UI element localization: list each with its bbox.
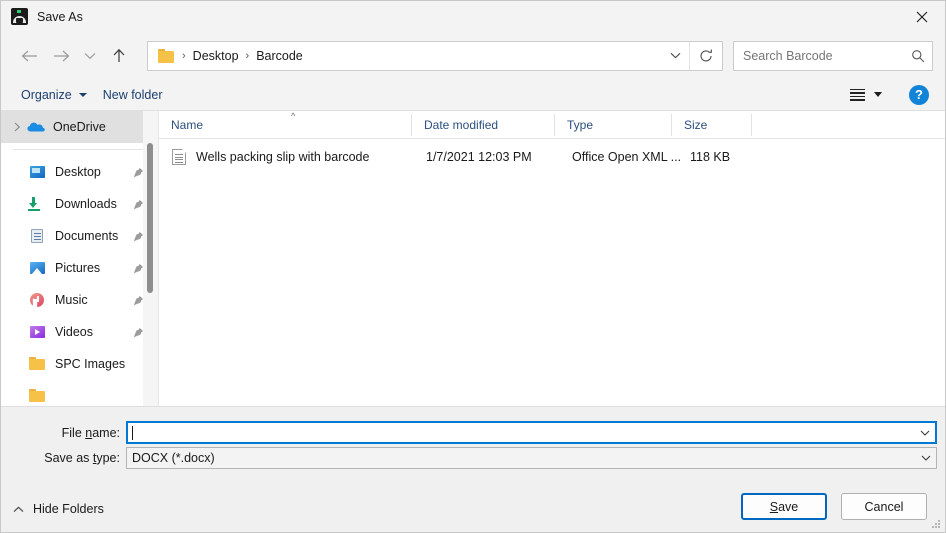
column-header-size[interactable]: Size <box>672 113 752 136</box>
sort-ascending-icon: ^ <box>291 111 296 121</box>
desktop-icon <box>29 164 47 180</box>
file-type: Office Open XML ... <box>572 150 682 164</box>
save-as-type-row: Save as type: DOCX (*.docx) <box>1 447 945 469</box>
refresh-icon[interactable] <box>689 41 722 70</box>
spc-app-icon <box>11 8 28 25</box>
documents-icon <box>29 228 47 244</box>
table-row[interactable]: Wells packing slip with barcode 1/7/2021… <box>159 144 945 170</box>
recent-locations-button[interactable] <box>77 40 103 72</box>
back-button[interactable] <box>13 40 45 72</box>
address-dropdown-icon[interactable] <box>661 42 689 70</box>
resize-grip[interactable] <box>931 519 941 529</box>
folder-icon <box>158 48 175 63</box>
sidebar-item-pictures[interactable]: Pictures <box>1 252 158 284</box>
cancel-button[interactable]: Cancel <box>841 493 927 520</box>
sidebar-item-spc-images[interactable]: SPC Images <box>1 348 158 380</box>
dialog-buttons: Save Cancel <box>741 493 927 520</box>
pictures-icon <box>29 260 47 276</box>
sidebar-item-videos[interactable]: Videos <box>1 316 158 348</box>
forward-button[interactable] <box>45 40 77 72</box>
breadcrumb-item-desktop[interactable]: Desktop <box>193 49 239 63</box>
command-toolbar: Organize New folder ? <box>1 79 945 111</box>
folder-icon <box>29 388 47 404</box>
file-size: 118 KB <box>690 150 731 164</box>
up-button[interactable] <box>103 40 135 72</box>
file-list: Name Date modified Type Size ^ Wells pac… <box>158 111 945 406</box>
sidebar-item-label: Documents <box>55 229 119 243</box>
search-input[interactable]: Search Barcode <box>743 49 904 63</box>
navigation-sidebar: OneDrive Desktop Downloads Documents Pic… <box>1 111 158 406</box>
search-icon[interactable] <box>904 49 932 63</box>
scrollbar-thumb[interactable] <box>147 143 153 293</box>
chevron-right-icon[interactable] <box>9 122 25 132</box>
sidebar-item-label: Pictures <box>55 261 101 275</box>
file-name-input[interactable] <box>126 421 937 444</box>
chevron-down-icon[interactable] <box>915 430 935 436</box>
title-bar: Save As <box>1 1 945 32</box>
hide-folders-label: Hide Folders <box>33 502 104 516</box>
sidebar-item-label: SPC Images <box>55 357 126 371</box>
chevron-up-icon <box>13 505 24 513</box>
breadcrumb-item-barcode[interactable]: Barcode <box>256 49 303 63</box>
hide-folders-button[interactable]: Hide Folders <box>13 502 104 516</box>
document-file-icon <box>172 149 186 165</box>
sidebar-item-partial[interactable] <box>1 380 158 406</box>
videos-icon <box>29 324 47 340</box>
music-icon <box>29 292 47 308</box>
list-view-icon <box>850 88 865 101</box>
breadcrumb-separator-0[interactable]: › <box>182 50 186 62</box>
view-options-button[interactable] <box>845 82 887 108</box>
save-as-dialog: Save As › Desktop › Barcode Search Barco… <box>0 0 946 533</box>
sidebar-scrollbar[interactable] <box>143 111 158 406</box>
close-icon[interactable] <box>899 1 945 32</box>
sidebar-item-label: OneDrive <box>53 120 106 134</box>
organize-button[interactable]: Organize <box>13 82 95 108</box>
sidebar-item-onedrive[interactable]: OneDrive <box>1 111 158 143</box>
sidebar-item-desktop[interactable]: Desktop <box>1 156 158 188</box>
onedrive-cloud-icon <box>27 119 45 135</box>
new-folder-button[interactable]: New folder <box>95 82 171 108</box>
address-bar[interactable]: › Desktop › Barcode <box>147 40 723 71</box>
sidebar-item-music[interactable]: Music <box>1 284 158 316</box>
sidebar-item-label: Desktop <box>55 165 101 179</box>
window-title: Save As <box>37 9 83 24</box>
file-date-modified: 1/7/2021 12:03 PM <box>426 150 532 164</box>
navigation-bar: › Desktop › Barcode Search Barcode <box>1 32 945 79</box>
column-header-name[interactable]: Name <box>159 113 412 136</box>
text-cursor <box>132 425 133 440</box>
search-box[interactable]: Search Barcode <box>733 40 933 71</box>
sidebar-item-label: Music <box>55 293 88 307</box>
new-folder-label: New folder <box>102 87 163 102</box>
sidebar-divider <box>13 149 144 150</box>
downloads-icon <box>28 196 47 212</box>
chevron-down-icon[interactable] <box>916 455 936 461</box>
breadcrumb-separator-1[interactable]: › <box>246 50 250 62</box>
save-button[interactable]: Save <box>741 493 827 520</box>
save-as-type-select[interactable]: DOCX (*.docx) <box>126 447 937 469</box>
file-name-label: File name: <box>61 425 120 440</box>
save-as-type-label: Save as type: <box>44 451 120 465</box>
chevron-down-icon[interactable] <box>874 92 882 97</box>
column-headers: Name Date modified Type Size ^ <box>159 111 945 139</box>
column-header-type[interactable]: Type <box>555 113 672 136</box>
sidebar-item-label: Downloads <box>55 197 117 211</box>
chevron-down-icon <box>78 92 87 97</box>
folder-icon <box>29 356 47 372</box>
column-header-date-modified[interactable]: Date modified <box>412 113 555 136</box>
save-as-type-value: DOCX (*.docx) <box>132 451 215 465</box>
dialog-footer: File name: Save as type: DOCX (*.docx) H… <box>1 406 945 532</box>
sidebar-item-downloads[interactable]: Downloads <box>1 188 158 220</box>
file-name-row: File name: <box>1 421 945 444</box>
browser-body: OneDrive Desktop Downloads Documents Pic… <box>1 111 945 406</box>
organize-label: Organize <box>21 87 72 102</box>
sidebar-item-documents[interactable]: Documents <box>1 220 158 252</box>
sidebar-item-label: Videos <box>55 325 93 339</box>
file-name: Wells packing slip with barcode <box>196 150 370 164</box>
help-button[interactable]: ? <box>909 84 929 105</box>
